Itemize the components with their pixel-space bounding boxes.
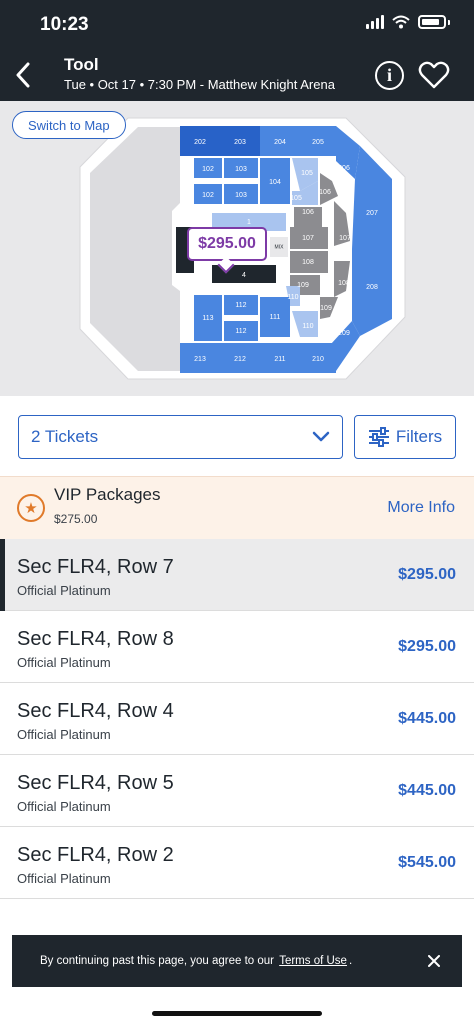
- listing-subtitle: Official Platinum: [17, 655, 111, 670]
- listing-price: $445.00: [398, 782, 456, 799]
- listing-subtitle: Official Platinum: [17, 583, 111, 598]
- listing-title: Sec FLR4, Row 2: [17, 844, 174, 866]
- event-subtitle: Tue • Oct 17 • 7:30 PM - Matthew Knight …: [64, 77, 335, 92]
- cookie-text: By continuing past this page, you agree …: [40, 955, 274, 967]
- app-header: 10:23 Tool Tue • Oct 17 • 7:30 PM - Matt…: [0, 0, 474, 101]
- battery-tip: [448, 19, 450, 25]
- ticket-quantity-label: 2 Tickets: [31, 427, 99, 446]
- section-108a-label: 108: [302, 259, 314, 266]
- listing-price: $295.00: [398, 638, 456, 655]
- section-110a-label: 110: [287, 294, 298, 301]
- section-205-label: 205: [312, 139, 324, 146]
- section-106b-label: 106: [302, 209, 314, 216]
- listing-price: $295.00: [398, 566, 456, 583]
- sliders-icon: [368, 427, 389, 447]
- filters-button[interactable]: Filters: [354, 415, 456, 459]
- section-107b-label: 107: [339, 235, 351, 242]
- listing-item[interactable]: Sec FLR4, Row 2 Official Platinum $545.0…: [0, 827, 474, 899]
- chevron-down-icon: [312, 431, 330, 442]
- battery-icon: [418, 15, 446, 29]
- vip-packages-banner[interactable]: ★ VIP Packages $275.00 More Info: [0, 476, 474, 539]
- section-211-label: 211: [274, 356, 285, 363]
- mix-label: MIX: [275, 244, 285, 250]
- section-109a-label: 109: [297, 282, 309, 289]
- section-213-label: 213: [194, 356, 206, 363]
- section-110b-label: 110: [302, 323, 313, 330]
- floor-4-label: 4: [242, 272, 246, 279]
- cookie-text-end: .: [348, 955, 353, 967]
- section-106a-label: 106: [319, 189, 331, 196]
- favorite-button[interactable]: [418, 60, 450, 90]
- floor-1-label: 1: [247, 219, 251, 226]
- section-210-label: 210: [312, 356, 324, 363]
- section-207-label: 207: [366, 210, 378, 217]
- section-112b-label: 112: [235, 328, 246, 335]
- home-indicator: [152, 1011, 322, 1016]
- listing-item[interactable]: Sec FLR4, Row 4 Official Platinum $445.0…: [0, 683, 474, 755]
- section-206-label: 206: [338, 165, 350, 172]
- info-button[interactable]: i: [375, 61, 404, 90]
- ticket-controls: 2 Tickets Filters: [0, 396, 474, 476]
- ticket-quantity-select[interactable]: 2 Tickets: [18, 415, 343, 459]
- vip-price: $275.00: [54, 512, 98, 526]
- cookie-banner: By continuing past this page, you agree …: [12, 935, 462, 987]
- ticket-listings: Sec FLR4, Row 7 Official Platinum $295.0…: [0, 539, 474, 899]
- close-button[interactable]: [424, 951, 444, 971]
- listing-subtitle: Official Platinum: [17, 799, 111, 814]
- section-105b-label: 105: [290, 195, 302, 202]
- section-204-label: 204: [274, 139, 286, 146]
- arena-inner: [90, 127, 180, 371]
- listing-item[interactable]: Sec FLR4, Row 7 Official Platinum $295.0…: [0, 539, 474, 611]
- listing-subtitle: Official Platinum: [17, 727, 111, 742]
- listing-subtitle: Official Platinum: [17, 871, 111, 886]
- section-113-label: 113: [202, 315, 213, 322]
- chevron-left-icon: [16, 62, 30, 88]
- listing-title: Sec FLR4, Row 8: [17, 628, 174, 650]
- close-icon: [428, 955, 440, 967]
- listing-title: Sec FLR4, Row 4: [17, 700, 174, 722]
- back-button[interactable]: [8, 58, 38, 92]
- vip-title: VIP Packages: [54, 485, 161, 504]
- section-109b-label: 109: [320, 305, 332, 312]
- listing-item[interactable]: Sec FLR4, Row 8 Official Platinum $295.0…: [0, 611, 474, 683]
- listing-title: Sec FLR4, Row 7: [17, 556, 174, 578]
- listing-title: Sec FLR4, Row 5: [17, 772, 174, 794]
- section-107a-label: 107: [302, 235, 314, 242]
- price-bubble[interactable]: $295.00: [187, 227, 267, 261]
- listing-item[interactable]: Sec FLR4, Row 5 Official Platinum $445.0…: [0, 755, 474, 827]
- section-112a-label: 112: [235, 302, 246, 309]
- signal-icon: [366, 15, 384, 29]
- seat-map[interactable]: Switch to Map 202 203 204 205 206 207 20…: [0, 101, 474, 396]
- event-title: Tool: [64, 55, 99, 74]
- status-time: 10:23: [40, 14, 89, 35]
- section-212-label: 212: [234, 356, 246, 363]
- more-info-link[interactable]: More Info: [387, 499, 455, 517]
- section-202-label: 202: [194, 139, 206, 146]
- listing-price: $445.00: [398, 710, 456, 727]
- listing-price: $545.00: [398, 854, 456, 871]
- info-icon: i: [386, 65, 392, 85]
- section-208-label: 208: [366, 284, 378, 291]
- section-209-label: 209: [338, 330, 350, 337]
- section-102b-label: 102: [202, 192, 214, 199]
- terms-of-use-link[interactable]: Terms of Use: [279, 955, 347, 967]
- section-103b-label: 103: [235, 192, 247, 199]
- heart-icon: [418, 61, 450, 89]
- wifi-icon: [392, 15, 410, 29]
- filters-label: Filters: [395, 427, 443, 446]
- section-104-label: 104: [269, 179, 281, 186]
- section-102a-label: 102: [202, 166, 214, 173]
- star-icon: ★: [17, 494, 45, 522]
- section-105a-label: 105: [301, 170, 313, 177]
- section-103a-label: 103: [235, 166, 247, 173]
- section-203-label: 203: [234, 139, 246, 146]
- section-111-label: 111: [270, 314, 281, 321]
- switch-to-map-button[interactable]: Switch to Map: [12, 111, 126, 139]
- status-icons: [366, 15, 450, 29]
- section-108b-label: 108: [338, 280, 350, 287]
